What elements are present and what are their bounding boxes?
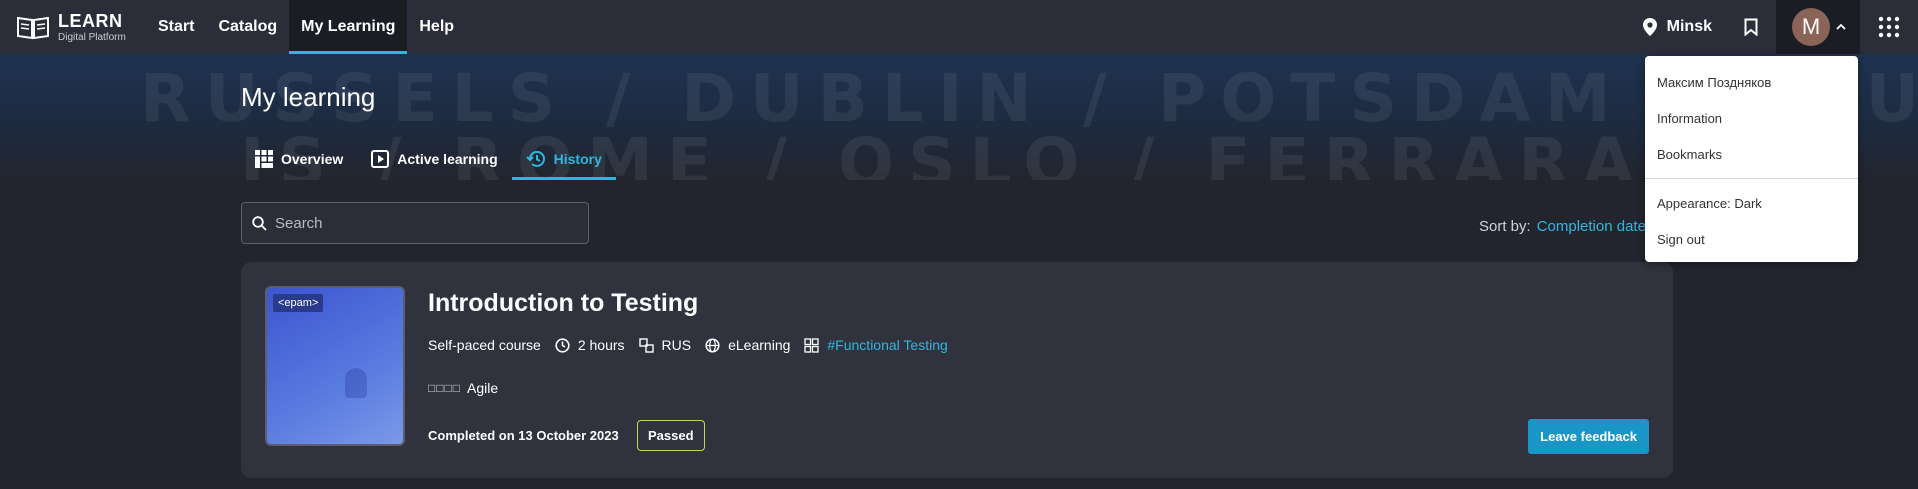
tag-grid-icon	[804, 337, 820, 353]
history-icon	[525, 150, 545, 167]
page-title: My learning	[241, 82, 376, 112]
course-card[interactable]: <epam> Introduction to Testing Self-pace…	[241, 262, 1673, 478]
language-icon	[638, 337, 654, 353]
globe-icon	[705, 337, 720, 353]
tab-history[interactable]: History	[511, 138, 617, 180]
chevron-up-icon	[1836, 23, 1846, 30]
tab-active-learning[interactable]: Active learning	[357, 138, 511, 180]
course-meta: Self-paced course 2 hours RUS eLearning	[428, 337, 962, 353]
status-badge: Passed	[637, 420, 705, 451]
sort-control: Sort by: Completion date	[1479, 218, 1646, 235]
user-menu-toggle[interactable]: M	[1776, 0, 1860, 54]
bookmarks-button[interactable]	[1726, 18, 1776, 36]
nav-my-learning[interactable]: My Learning	[289, 0, 408, 54]
course-skill-label: Agile	[467, 380, 499, 396]
brand-logo[interactable]: LEARN Digital Platform	[0, 0, 146, 54]
course-skill: □□□□ Agile	[428, 380, 498, 396]
apps-menu-button[interactable]	[1860, 16, 1918, 38]
clock-icon	[555, 337, 570, 353]
search-input[interactable]	[275, 214, 575, 232]
course-format-label: eLearning	[728, 337, 791, 353]
top-navigation-bar: LEARN Digital Platform Start Catalog My …	[0, 0, 1918, 54]
location-pin-icon	[1642, 18, 1657, 36]
leave-feedback-button[interactable]: Leave feedback	[1528, 419, 1649, 454]
tab-overview-label: Overview	[281, 151, 344, 167]
epam-logo: <epam>	[273, 294, 324, 312]
course-type: Self-paced course	[428, 337, 541, 353]
course-duration: 2 hours	[555, 337, 625, 353]
main-nav: Start Catalog My Learning Help	[146, 0, 466, 54]
course-thumbnail[interactable]: <epam>	[265, 286, 405, 446]
avatar: M	[1792, 8, 1830, 46]
header-actions: Minsk M	[1629, 0, 1918, 54]
bookmark-icon	[1744, 18, 1758, 36]
apps-grid-icon	[1878, 16, 1900, 38]
search-box	[241, 202, 589, 244]
course-tag-link[interactable]: #Functional Testing	[827, 337, 947, 353]
skill-placeholder-icon: □□□□	[428, 381, 461, 395]
completion-date: Completed on 13 October 2023	[428, 428, 619, 443]
nav-start[interactable]: Start	[146, 0, 206, 54]
book-logo-icon	[17, 16, 49, 40]
information-item[interactable]: Information	[1645, 100, 1858, 136]
user-name-item[interactable]: Максим Поздняков	[1645, 64, 1858, 100]
thumbnail-decoration	[345, 368, 367, 398]
tab-overview[interactable]: Overview	[241, 138, 357, 180]
location-selector[interactable]: Minsk	[1629, 18, 1726, 36]
course-duration-label: 2 hours	[577, 337, 625, 353]
learning-tabs: Overview Active learning History	[241, 138, 617, 180]
bookmarks-item[interactable]: Bookmarks	[1645, 136, 1858, 172]
course-language-label: RUS	[661, 337, 692, 353]
course-format: eLearning	[705, 337, 790, 353]
tab-history-label: History	[553, 151, 602, 167]
brand-title: LEARN	[58, 10, 123, 31]
nav-catalog[interactable]: Catalog	[206, 0, 289, 54]
location-label: Minsk	[1666, 18, 1712, 35]
nav-help[interactable]: Help	[407, 0, 466, 54]
user-menu-dropdown: Максим Поздняков Information Bookmarks A…	[1645, 56, 1858, 262]
grid-icon	[255, 150, 273, 168]
sign-out-item[interactable]: Sign out	[1645, 221, 1858, 257]
brand-text: LEARN Digital Platform	[58, 12, 126, 43]
play-icon	[371, 150, 390, 168]
sort-select[interactable]: Completion date	[1537, 218, 1646, 235]
menu-divider	[1645, 178, 1858, 179]
appearance-item[interactable]: Appearance: Dark	[1645, 185, 1858, 221]
course-language: RUS	[638, 337, 692, 353]
brand-subtitle: Digital Platform	[58, 31, 126, 43]
sort-label: Sort by:	[1479, 218, 1531, 235]
course-tag: #Functional Testing	[804, 337, 948, 353]
search-icon	[252, 215, 267, 231]
course-title[interactable]: Introduction to Testing	[428, 289, 698, 318]
tab-active-learning-label: Active learning	[397, 151, 498, 167]
